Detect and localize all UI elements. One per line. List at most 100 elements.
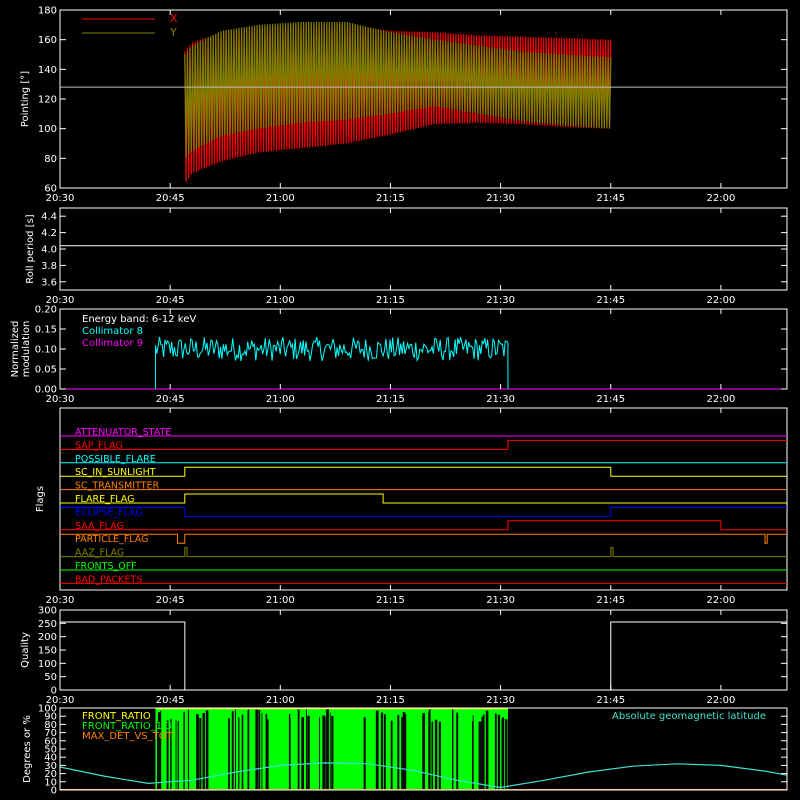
front-ratio-bar-gap [390, 720, 393, 790]
roll-ytick-label-2: 4.0 [41, 245, 57, 256]
pointing-ytick-label-6: 180 [38, 6, 57, 17]
quality-ytick-label-3: 150 [38, 646, 57, 657]
pointing-xtick-label-6: 22:00 [706, 193, 735, 204]
energy-band-annotation: Energy band: 6-12 keV [82, 314, 196, 325]
front-ratio-bar-gap [504, 719, 508, 790]
pointing-ytick-label-4: 140 [38, 65, 57, 76]
pointing-xtick-label-2: 21:00 [266, 193, 295, 204]
flag-label-sap-flag: SAP_FLAG [75, 440, 123, 451]
front-ratio-bar-gap [301, 717, 304, 790]
front-ratio-bar-gap [329, 712, 331, 790]
flag-label-eclipse-flag: ECLIPSE_FLAG [75, 507, 143, 518]
front-ratio-bar-gap [485, 710, 489, 790]
flags-xtick-label-2: 21:00 [266, 595, 295, 606]
legend-x-label: X [170, 12, 178, 25]
spectral-monitor-figure: 6080100120140160180 20:30 20:45 21:00 21:15… [0, 0, 800, 800]
front-ratio-bar-gap [434, 719, 438, 790]
mod-xtick-label-6: 22:00 [706, 394, 735, 405]
pointing-xtick-label-4: 21:30 [486, 193, 515, 204]
flag-label-flare-flag: FLARE_FLAG [75, 494, 135, 505]
quality-ytick-label-5: 250 [38, 619, 57, 630]
mod-xtick-label-1: 20:45 [156, 394, 185, 405]
quality-xtick-label-6: 22:00 [706, 695, 735, 706]
pointing-ytick-label-2: 100 [38, 124, 57, 135]
mod-xtick-label-5: 21:45 [596, 394, 625, 405]
quality-ylabel: Quality [20, 632, 31, 668]
front-ratio-bar-gap [397, 715, 400, 790]
roll-ytick-label-3: 4.2 [41, 228, 57, 239]
front-ratio-bar-gap [481, 716, 484, 790]
flag-label-sc-transmitter: SC_TRANSMITTER [75, 481, 160, 492]
pointing-ytick-label-5: 160 [38, 35, 57, 46]
front-ratio-bar-gap [319, 717, 320, 790]
front-ratio-bar-gap [323, 717, 326, 790]
legend-collimator8: Collimator 8 [82, 326, 143, 337]
mod-xtick-label-2: 21:00 [266, 394, 295, 405]
roll-ytick-label-4: 4.4 [41, 212, 57, 223]
front-ratio-bar-gap [297, 708, 300, 790]
front-ratio-bar-gap [497, 714, 501, 790]
roll-xtick-label-1: 20:45 [156, 295, 185, 306]
front-ratio-bar-gap [288, 714, 291, 790]
pointing-ytick-label-3: 120 [38, 95, 57, 106]
quality-ytick-label-6: 300 [38, 606, 57, 617]
mod-ytick-label-3: 0.15 [35, 325, 57, 336]
front-ratio-bar-gap [234, 709, 236, 790]
geomag-annotation: Absolute geomagnetic latitude [612, 711, 766, 722]
quality-ytick-label-4: 200 [38, 632, 57, 643]
front-ratio-bar-gap [431, 721, 434, 790]
geomag-ylabel: Degrees or % [22, 715, 33, 783]
front-ratio-bar-gap [472, 721, 474, 790]
flag-label-aaz-flag: AAZ_FLAG [75, 548, 124, 559]
roll-xtick-label-2: 21:00 [266, 295, 295, 306]
front-ratio-bar-gap [478, 721, 482, 790]
flag-label-bad-packets: BAD_PACKETS [75, 574, 142, 585]
front-ratio-bar-gap [266, 719, 269, 790]
roll-ytick-label-0: 3.6 [41, 277, 57, 288]
quality-xtick-label-3: 21:15 [376, 695, 405, 706]
roll-xtick-label-5: 21:45 [596, 295, 625, 306]
flag-label-particle-flag: PARTICLE_FLAG [75, 534, 148, 545]
front-ratio-bar-gap [197, 721, 199, 790]
flags-xtick-label-5: 21:45 [596, 595, 625, 606]
pointing-xtick-label-0: 20:30 [46, 193, 75, 204]
front-ratio-bar-gap [375, 710, 379, 790]
front-ratio-bar-gap [326, 719, 328, 790]
front-ratio-bar-gap [183, 711, 185, 790]
pointing-ylabel: Pointing [°] [20, 71, 31, 127]
flags-xtick-label-0: 20:30 [46, 595, 75, 606]
flag-label-possible-flare: POSSIBLE_FLARE [75, 454, 156, 465]
quality-xtick-label-5: 21:45 [596, 695, 625, 706]
legend-collimator9: Collimator 9 [82, 338, 143, 349]
front-ratio-bar-gap [261, 713, 263, 790]
flag-label-saa-flag: SAA_FLAG [75, 521, 124, 532]
front-ratio-bar-gap [422, 713, 425, 790]
quality-xtick-label-4: 21:30 [486, 695, 515, 706]
roll-xtick-label-6: 22:00 [706, 295, 735, 306]
mod-xtick-label-3: 21:15 [376, 394, 405, 405]
front-ratio-bar-gap [248, 709, 250, 790]
quality-xtick-label-1: 20:45 [156, 695, 185, 706]
pointing-ytick-label-1: 80 [44, 154, 57, 165]
pointing-xtick-label-3: 21:15 [376, 193, 405, 204]
front-ratio-bar-gap [307, 715, 310, 790]
front-ratio-bar-gap [401, 718, 405, 790]
front-ratio-bar-gap [452, 709, 454, 790]
front-ratio-bar-gap [494, 713, 497, 790]
flags-ylabel: Flags [35, 486, 46, 512]
legend-y-label: Y [169, 26, 177, 39]
front-ratio-bar-gap [428, 708, 431, 790]
roll-xtick-label-4: 21:30 [486, 295, 515, 306]
front-ratio-bar-gap [175, 719, 177, 790]
flags-xtick-label-4: 21:30 [486, 595, 515, 606]
front-ratio-bar-gap [228, 718, 230, 790]
front-ratio-bar-gap [238, 717, 240, 790]
modulation-ylabel-line2: modulation [21, 321, 32, 378]
front-ratio-bar-gap [331, 716, 334, 790]
modulation-ylabel-line1: Normalized [10, 321, 21, 378]
quality-ytick-label-2: 100 [38, 659, 57, 670]
roll-ylabel: Roll period [s] [25, 214, 36, 283]
mod-ytick-label-4: 0.20 [35, 305, 57, 316]
pointing-xtick-label-1: 20:45 [156, 193, 185, 204]
front-ratio-bar-gap [501, 718, 504, 790]
